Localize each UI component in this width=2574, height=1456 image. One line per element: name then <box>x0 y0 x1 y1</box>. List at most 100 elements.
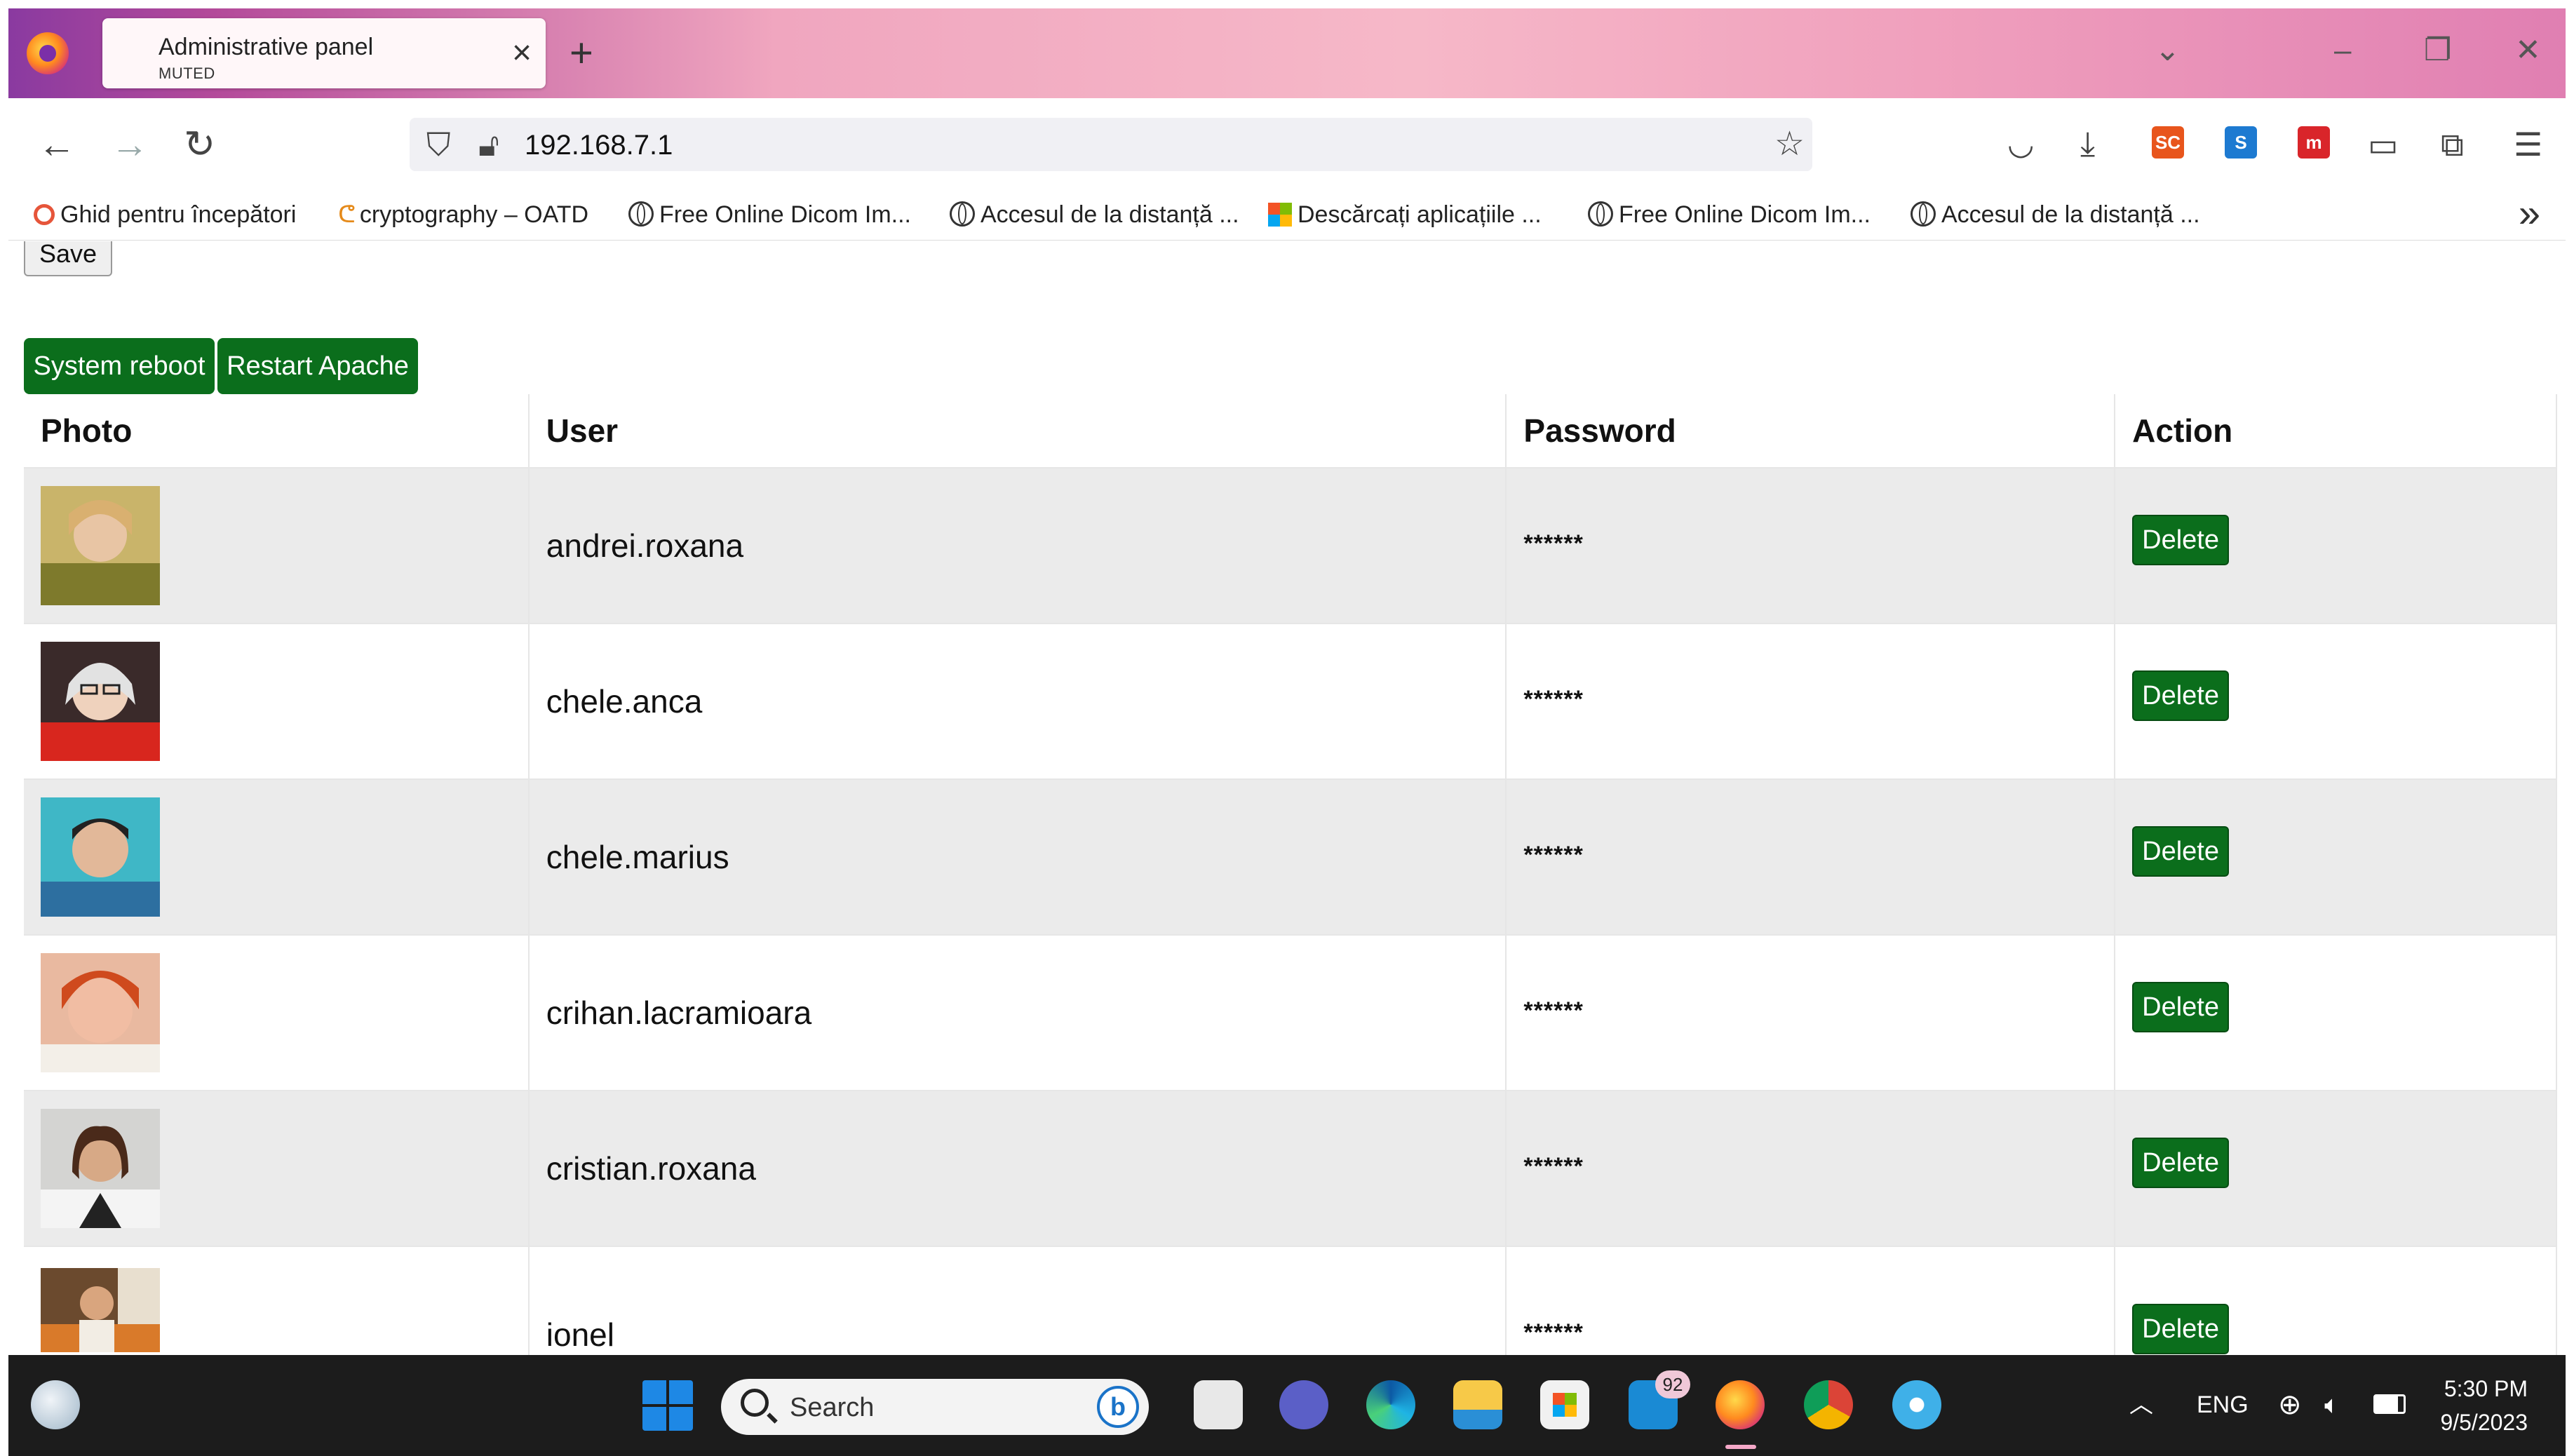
bookmark-item-0[interactable]: Ghid pentru începători <box>34 199 296 230</box>
more-bookmarks-chevron-icon[interactable]: » <box>2519 194 2540 233</box>
extension-sc-icon[interactable]: SC <box>2152 126 2184 159</box>
restore-icon[interactable]: ❐ <box>2424 29 2451 72</box>
extensions-puzzle-icon[interactable]: ⧉ <box>2441 123 2464 166</box>
header-password: Password <box>1506 394 2116 469</box>
page-content: Save System reboot Restart Apache Photo … <box>8 241 2566 1363</box>
header-action: Action <box>2115 394 2557 469</box>
photo-cell <box>24 468 530 624</box>
header-photo: Photo <box>24 394 530 469</box>
system-reboot-button[interactable]: System reboot <box>24 338 215 394</box>
battery-icon[interactable] <box>2373 1387 2406 1422</box>
search-placeholder: Search <box>790 1393 875 1422</box>
user-cell: crihan.lacramioara <box>528 935 1507 1091</box>
password-cell: ****** <box>1523 997 1584 1024</box>
pocket-icon[interactable]: ◡ <box>2007 123 2034 166</box>
taskbar-search-box[interactable]: Search b <box>721 1379 1149 1435</box>
edge-browser-icon[interactable] <box>1366 1380 1415 1429</box>
header-user: User <box>528 394 1507 469</box>
paint-icon[interactable] <box>1892 1380 1941 1429</box>
bookmark-label: Free Online Dicom Im... <box>1619 201 1871 228</box>
extension-red-icon[interactable]: m <box>2298 126 2330 159</box>
delete-button[interactable]: Delete <box>2132 1138 2229 1188</box>
file-explorer-icon[interactable] <box>1453 1380 1502 1429</box>
table-row: chele.anca ****** Delete <box>24 623 2557 780</box>
bookmark-item-1[interactable]: ᕦ cryptography – OATD <box>338 199 588 230</box>
delete-button[interactable]: Delete <box>2132 1303 2229 1354</box>
tracking-shield-icon[interactable]: ⛉ <box>426 123 451 166</box>
weather-widget-icon[interactable] <box>31 1380 80 1429</box>
start-windows-icon[interactable] <box>642 1380 693 1431</box>
delete-button[interactable]: Delete <box>2132 982 2229 1032</box>
save-button[interactable]: Save <box>24 241 112 276</box>
network-globe-icon[interactable]: ⊕ <box>2278 1387 2302 1422</box>
globe-icon <box>628 201 654 227</box>
user-cell: chele.marius <box>528 779 1507 936</box>
teams-chat-icon[interactable] <box>1279 1380 1328 1429</box>
bing-icon[interactable]: b <box>1097 1386 1139 1428</box>
bookmark-label: Free Online Dicom Im... <box>659 201 911 228</box>
minimize-icon[interactable]: – <box>2334 29 2351 72</box>
bookmark-label: Accesul de la distanță ... <box>981 201 1239 228</box>
user-photo <box>41 1109 160 1228</box>
lock-bookmark-icon: ᕦ <box>338 201 356 228</box>
back-arrow-icon[interactable]: ← <box>38 123 76 166</box>
new-tab-icon[interactable]: + <box>570 32 593 74</box>
user-photo <box>41 642 160 761</box>
volume-icon[interactable]: 🔈︎ <box>2324 1387 2340 1422</box>
users-table: Photo User Password Action andrei.roxana <box>24 394 2557 1363</box>
close-tab-icon[interactable]: × <box>512 32 532 74</box>
firefox-bookmark-icon <box>34 204 55 225</box>
search-icon <box>741 1389 769 1417</box>
reader-view-icon[interactable]: ▭ <box>2368 123 2398 166</box>
firefox-logo-icon[interactable] <box>27 32 69 74</box>
tab-title: Administrative panel <box>159 34 374 60</box>
user-cell: chele.anca <box>528 623 1507 780</box>
clock-date: 9/5/2023 <box>2440 1410 2528 1435</box>
language-indicator[interactable]: ENG <box>2197 1387 2249 1422</box>
extension-s-icon[interactable]: S <box>2225 126 2257 159</box>
bookmark-label: Descărcați aplicațiile ... <box>1298 201 1542 228</box>
user-photo <box>41 486 160 605</box>
table-row: crihan.lacramioara ****** Delete <box>24 935 2557 1091</box>
bookmark-label: cryptography – OATD <box>359 201 589 228</box>
store-logo-icon <box>1553 1393 1577 1417</box>
bookmark-item-4[interactable]: Descărcați aplicațiile ... <box>1268 199 1542 230</box>
bookmark-item-2[interactable]: Free Online Dicom Im... <box>628 199 911 230</box>
delete-button[interactable]: Delete <box>2132 515 2229 565</box>
show-hidden-icons-chevron-icon[interactable]: ︿ <box>2129 1387 2153 1422</box>
reload-icon[interactable]: ↻ <box>184 123 215 166</box>
delete-button[interactable]: Delete <box>2132 670 2229 721</box>
tab-muted-label: MUTED <box>159 65 215 82</box>
globe-icon <box>950 201 975 227</box>
user-photo <box>41 1268 160 1352</box>
clock-time: 5:30 PM <box>2444 1376 2528 1401</box>
delete-button[interactable]: Delete <box>2132 826 2229 877</box>
table-row: ionel ****** Delete <box>24 1246 2557 1363</box>
forward-arrow-icon[interactable]: → <box>111 123 149 166</box>
photo-cell <box>24 779 530 936</box>
firefox-taskbar-icon[interactable] <box>1716 1380 1765 1429</box>
task-view-icon[interactable] <box>1194 1380 1243 1429</box>
globe-icon <box>1588 201 1613 227</box>
password-cell: ****** <box>1523 1153 1584 1180</box>
restart-apache-button[interactable]: Restart Apache <box>217 338 418 394</box>
bookmark-item-6[interactable]: Accesul de la distanță ... <box>1911 199 2200 230</box>
photo-cell <box>24 1091 530 1247</box>
table-row: andrei.roxana ****** Delete <box>24 468 2557 624</box>
chrome-icon[interactable] <box>1804 1380 1853 1429</box>
user-photo <box>41 953 160 1072</box>
bookmark-item-5[interactable]: Free Online Dicom Im... <box>1588 199 1871 230</box>
list-tabs-chevron-icon[interactable]: ⌄ <box>2155 29 2181 72</box>
downloads-icon[interactable]: ⤓ <box>2080 123 2095 166</box>
hamburger-menu-icon[interactable]: ☰ <box>2514 123 2542 166</box>
table-row: chele.marius ****** Delete <box>24 779 2557 936</box>
bookmark-item-3[interactable]: Accesul de la distanță ... <box>950 199 1239 230</box>
microsoft-store-icon[interactable] <box>1540 1380 1589 1429</box>
bookmark-star-icon[interactable]: ☆ <box>1774 123 1805 166</box>
insecure-lock-icon[interactable]: 🔓︎ <box>478 123 499 166</box>
url-text[interactable]: 192.168.7.1 <box>525 128 673 163</box>
close-window-icon[interactable]: ✕ <box>2515 29 2541 72</box>
tab-administrative-panel[interactable]: Administrative panel MUTED × <box>102 18 546 88</box>
system-clock[interactable]: 5:30 PM 9/5/2023 <box>2440 1372 2528 1439</box>
windows-taskbar: Search b 92 ︿ ENG ⊕ 🔈︎ 5:30 PM 9/5/2023 <box>8 1355 2566 1456</box>
